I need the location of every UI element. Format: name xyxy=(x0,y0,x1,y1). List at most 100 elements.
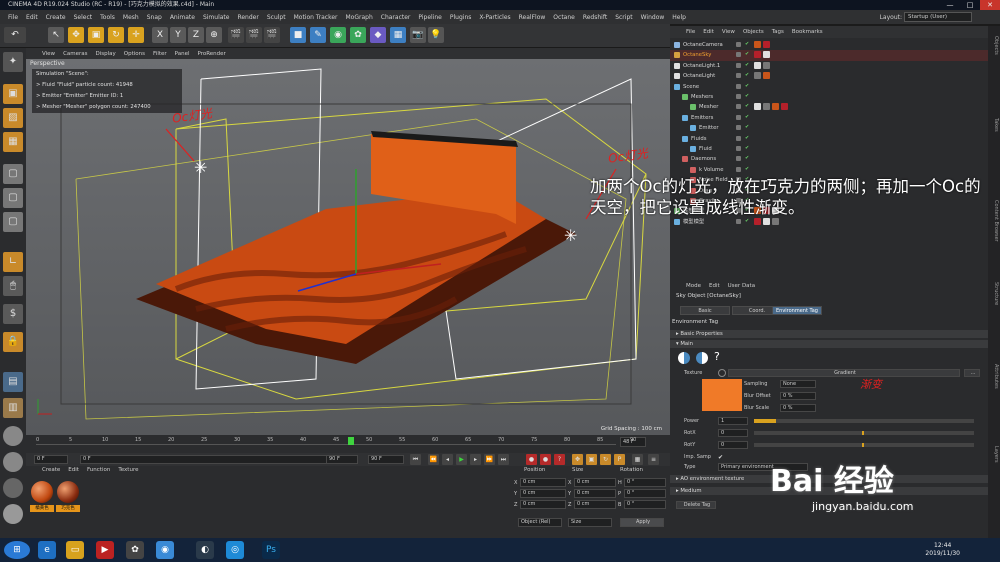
basic-properties-section[interactable]: ▸ Basic Properties xyxy=(670,330,988,338)
sphere-icon-2[interactable] xyxy=(3,452,23,472)
visibility-dot-icon[interactable] xyxy=(736,218,741,224)
menu-file[interactable]: File xyxy=(4,14,22,21)
object-tag-icon[interactable] xyxy=(754,61,761,69)
model-mode-icon[interactable]: ▣ xyxy=(3,84,23,104)
visibility-dot-icon[interactable] xyxy=(736,73,741,79)
baidu-app-icon[interactable]: ◉ xyxy=(156,541,174,559)
axis-x-button[interactable]: X xyxy=(152,27,168,43)
menu-character[interactable]: Character xyxy=(377,14,415,21)
record-icon[interactable]: ● xyxy=(526,454,537,465)
enabled-check-icon[interactable]: ✔ xyxy=(745,42,750,47)
size-mode-select[interactable]: Size xyxy=(568,518,612,527)
preview-end-field[interactable]: 90 F xyxy=(326,455,358,464)
timeline[interactable]: 48 F 0 5 10 15 20 25 30 35 40 45 50 55 60 65 70 75 80 85 9… xyxy=(26,435,670,453)
key-rotation-icon[interactable]: ↻ xyxy=(600,454,611,465)
object-row[interactable]: Emitters ✔ xyxy=(670,113,988,123)
env-icon[interactable] xyxy=(678,352,690,364)
cube-icon[interactable]: ■ xyxy=(290,27,306,43)
go-start-icon[interactable]: ⏮ xyxy=(410,454,421,465)
enabled-check-icon[interactable]: ✔ xyxy=(745,166,750,172)
enabled-check-icon[interactable]: ✔ xyxy=(745,94,750,99)
object-row[interactable]: k Volume ✔ xyxy=(670,165,988,175)
enabled-check-icon[interactable]: ✔ xyxy=(745,135,750,141)
object-menu-edit[interactable]: Edit xyxy=(699,26,718,38)
visibility-dot-icon[interactable] xyxy=(736,104,741,110)
power-field[interactable]: 1 xyxy=(718,417,748,425)
object-tag-icon[interactable] xyxy=(763,51,770,59)
prev-frame-icon[interactable]: ◂ xyxy=(442,454,453,465)
visibility-dot-icon[interactable] xyxy=(736,156,741,162)
lock-icon[interactable]: 🔒 xyxy=(3,332,23,352)
help-icon[interactable]: ? xyxy=(714,350,720,363)
autokey-icon[interactable]: ● xyxy=(540,454,551,465)
menu-edit[interactable]: Edit xyxy=(22,14,42,21)
position-z-field[interactable]: 0 cm xyxy=(520,500,566,509)
keyframe-selection-icon[interactable]: ? xyxy=(554,454,565,465)
key-scale-icon[interactable]: ▣ xyxy=(586,454,597,465)
object-tag-icon[interactable] xyxy=(754,41,761,48)
make-editable-icon[interactable]: ✦ xyxy=(3,52,23,72)
object-row[interactable]: Scene ✔ xyxy=(670,82,988,92)
visibility-dot-icon[interactable] xyxy=(736,114,741,120)
undo-icon[interactable]: ↶ xyxy=(4,27,26,43)
visibility-dot-icon[interactable] xyxy=(736,125,741,131)
menu-snap[interactable]: Snap xyxy=(143,14,166,21)
grid-icon[interactable]: ▤ xyxy=(3,372,23,392)
enabled-check-icon[interactable]: ✔ xyxy=(745,83,750,89)
menu-simulate[interactable]: Simulate xyxy=(199,14,234,21)
recent-tool-icon[interactable]: ✛ xyxy=(128,27,144,43)
media-icon[interactable]: ▶ xyxy=(96,541,114,559)
object-tag-icon[interactable] xyxy=(781,103,788,111)
menu-mesh[interactable]: Mesh xyxy=(119,14,143,21)
folder-icon[interactable]: ▭ xyxy=(66,541,84,559)
attribute-menu-user-data[interactable]: User Data xyxy=(724,282,759,291)
light-icon[interactable]: 💡 xyxy=(428,27,444,43)
menu-script[interactable]: Script xyxy=(611,14,636,21)
rotate-icon[interactable]: ↻ xyxy=(108,27,124,43)
viewport-menu-panel[interactable]: Panel xyxy=(171,51,194,57)
object-row[interactable]: OctaneCamera ✔ xyxy=(670,40,988,50)
rotx-field[interactable]: 0 xyxy=(718,429,748,437)
ie-icon[interactable]: e xyxy=(38,541,56,559)
power-slider[interactable] xyxy=(754,419,974,423)
tab-environment-tag[interactable]: Environment Tag xyxy=(772,306,822,315)
size-z-field[interactable]: 0 cm xyxy=(574,500,616,509)
enabled-check-icon[interactable]: ✔ xyxy=(745,104,750,109)
subdivision-icon[interactable]: ◉ xyxy=(330,27,346,43)
menu-motion-tracker[interactable]: Motion Tracker xyxy=(290,14,342,21)
menu-x-particles[interactable]: X-Particles xyxy=(475,14,514,21)
texture-toggle-icon[interactable] xyxy=(718,369,726,377)
side-tab-structure[interactable]: Structure xyxy=(989,282,999,305)
blur-scale-field[interactable]: 0 % xyxy=(780,404,816,412)
attribute-menu-edit[interactable]: Edit xyxy=(705,282,724,291)
floor-icon[interactable]: ▦ xyxy=(390,27,406,43)
coordinate-system-icon[interactable]: ⊕ xyxy=(206,27,222,43)
visibility-dot-icon[interactable] xyxy=(736,146,741,151)
app-icon[interactable]: ✿ xyxy=(126,541,144,559)
move-icon[interactable]: ✥ xyxy=(68,27,84,43)
enabled-check-icon[interactable]: ✔ xyxy=(745,52,750,57)
visibility-dot-icon[interactable] xyxy=(736,83,741,89)
side-tab-attributes[interactable]: Attributes xyxy=(989,364,999,389)
visibility-dot-icon[interactable] xyxy=(736,135,741,141)
minimize-button[interactable]: — xyxy=(940,0,960,10)
pen-icon[interactable]: ✎ xyxy=(310,27,326,43)
menu-pipeline[interactable]: Pipeline xyxy=(414,14,445,21)
viewport-menu-options[interactable]: Options xyxy=(120,51,149,57)
close-button[interactable]: ✕ xyxy=(980,0,1000,10)
object-tag-icon[interactable] xyxy=(763,217,770,225)
menu-mograph[interactable]: MoGraph xyxy=(342,14,377,21)
enabled-check-icon[interactable]: ✔ xyxy=(745,62,750,68)
render-settings-icon[interactable]: 🎬 xyxy=(264,27,280,43)
render-view-icon[interactable]: 🎬 xyxy=(228,27,244,43)
position-x-field[interactable]: 0 cm xyxy=(520,478,566,487)
menu-octane[interactable]: Octane xyxy=(549,14,579,21)
object-menu-file[interactable]: File xyxy=(682,26,699,38)
cinema4d-icon[interactable]: ◐ xyxy=(196,541,214,559)
object-row[interactable]: Emitter ✔ xyxy=(670,123,988,133)
enabled-check-icon[interactable]: ✔ xyxy=(745,125,750,130)
menu-window[interactable]: Window xyxy=(637,14,669,21)
tab-basic[interactable]: Basic xyxy=(680,306,730,315)
key-param-icon[interactable]: P xyxy=(614,454,625,465)
select-icon[interactable]: ↖ xyxy=(48,27,64,43)
